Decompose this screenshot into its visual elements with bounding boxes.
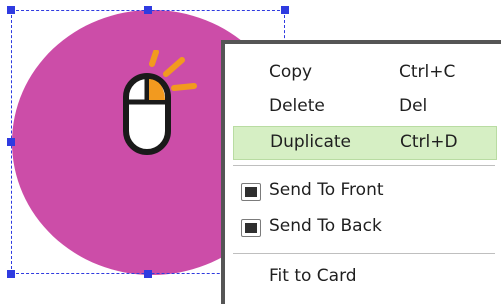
menu-item-shortcut: Del [399, 96, 428, 116]
resize-handle[interactable] [281, 6, 289, 14]
menu-item-label: Delete [269, 96, 325, 116]
menu-item-label: Duplicate [270, 132, 351, 152]
menu-item-send-to-front[interactable]: Send To Front [233, 174, 497, 208]
menu-item-label: Send To Front [269, 180, 384, 200]
menu-item-label: Copy [269, 62, 313, 82]
resize-handle[interactable] [144, 6, 152, 14]
menu-item-label: Send To Back [269, 216, 382, 236]
resize-handle[interactable] [144, 270, 152, 278]
menu-item-delete[interactable]: Delete Del [233, 90, 497, 124]
menu-separator [233, 165, 495, 166]
menu-item-send-to-back[interactable]: Send To Back [233, 210, 497, 244]
resize-handle[interactable] [7, 270, 15, 278]
menu-item-label: Fit to Card [269, 266, 357, 286]
menu-item-shortcut: Ctrl+D [400, 132, 458, 152]
menu-item-duplicate[interactable]: Duplicate Ctrl+D [233, 126, 497, 160]
menu-item-copy[interactable]: Copy Ctrl+C [233, 56, 497, 90]
send-to-front-icon [241, 183, 261, 201]
context-menu: Copy Ctrl+C Delete Del Duplicate Ctrl+D … [221, 40, 501, 304]
menu-item-shortcut: Ctrl+C [399, 62, 456, 82]
resize-handle[interactable] [7, 138, 15, 146]
send-to-back-icon [241, 219, 261, 237]
menu-separator [233, 253, 495, 254]
card-canvas[interactable]: Copy Ctrl+C Delete Del Duplicate Ctrl+D … [0, 0, 501, 304]
menu-item-fit-to-card[interactable]: Fit to Card [233, 260, 497, 294]
resize-handle[interactable] [7, 6, 15, 14]
